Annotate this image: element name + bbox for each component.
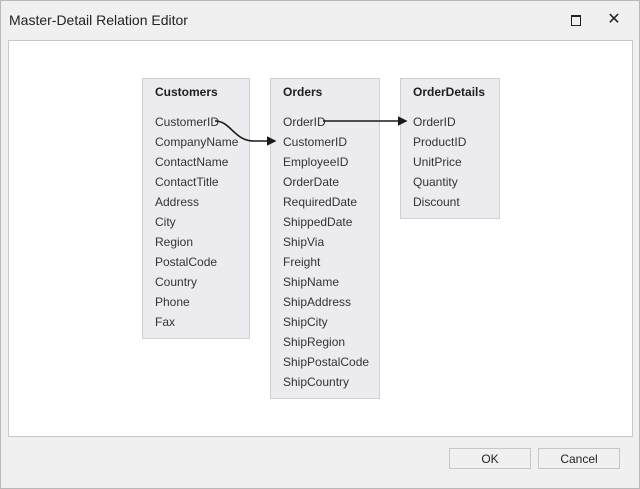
dialog-window: Master-Detail Relation Editor ✕ Customer…	[0, 0, 640, 489]
maximize-icon	[571, 14, 581, 26]
close-icon: ✕	[607, 11, 621, 28]
relation-diagram-canvas[interactable]: Customers CustomerID CompanyName ContactNa…	[8, 40, 633, 437]
title-bar[interactable]: Master-Detail Relation Editor ✕	[1, 1, 639, 39]
relation-lines	[214, 116, 408, 146]
maximize-button[interactable]	[558, 5, 594, 35]
cancel-button[interactable]: Cancel	[538, 448, 620, 469]
relation-line-customers-orders[interactable]	[214, 120, 277, 146]
window-title: Master-Detail Relation Editor	[9, 12, 188, 28]
dialog-footer: OK Cancel	[1, 437, 639, 488]
close-button[interactable]: ✕	[596, 5, 632, 35]
ok-button[interactable]: OK	[449, 448, 531, 469]
